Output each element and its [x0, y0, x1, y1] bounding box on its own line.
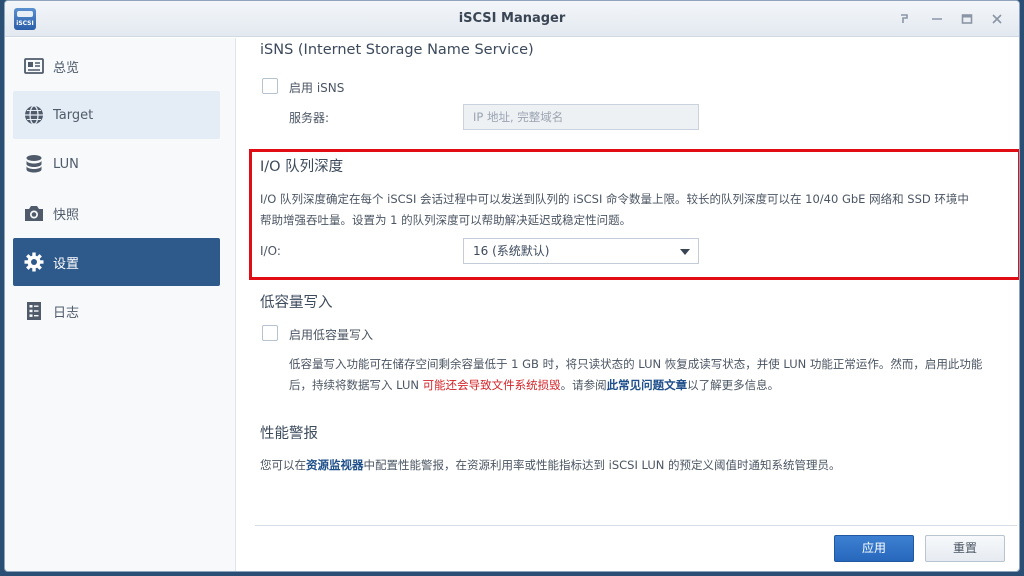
title-bar[interactable]: iSCSI iSCSI Manager	[5, 1, 1019, 37]
settings-panel: iSNS (Internet Storage Name Service) 启用 …	[237, 38, 1019, 571]
sidebar-item-label: 快照	[53, 207, 80, 223]
overview-icon	[23, 55, 45, 77]
perf-alert-text: 您可以在	[260, 458, 306, 472]
sidebar-item-overview[interactable]: 总览	[13, 42, 220, 90]
highlight-box	[249, 149, 1019, 280]
sidebar-item-settings[interactable]: 设置	[13, 238, 220, 286]
sidebar-item-log[interactable]: 日志	[13, 287, 220, 335]
enable-low-capacity-checkbox[interactable]	[262, 325, 278, 341]
sidebar-item-snapshot[interactable]: 快照	[13, 189, 220, 237]
low-capacity-description: 低容量写入功能可在储存空间剩余容量低于 1 GB 时，将只读状态的 LUN 恢复…	[289, 354, 1011, 396]
globe-icon	[23, 104, 45, 126]
enable-low-capacity-label: 启用低容量写入	[289, 328, 374, 342]
gear-icon	[23, 251, 45, 273]
sidebar-item-label: 日志	[53, 305, 80, 321]
sidebar-item-label: 总览	[53, 60, 80, 76]
resource-monitor-link[interactable]: 资源监视器	[306, 458, 364, 472]
sidebar-item-label: Target	[53, 107, 94, 123]
reset-button[interactable]: 重置	[925, 535, 1005, 562]
low-capacity-description-line2: 后，持续将数据写入 LUN 可能还会导致文件系统损毁。请参阅此常见问题文章以了解…	[289, 375, 1011, 396]
performance-alert-section-title: 性能警报	[260, 426, 318, 442]
footer-divider	[255, 525, 1017, 526]
window-title: iSCSI Manager	[458, 11, 566, 26]
sidebar-item-label: LUN	[53, 156, 79, 172]
help-icon[interactable]	[895, 9, 915, 29]
low-capacity-text: 以了解更多信息。	[687, 378, 780, 392]
low-capacity-text: 。请参阅	[560, 378, 607, 392]
maximize-icon[interactable]	[957, 9, 977, 29]
apply-button[interactable]: 应用	[834, 535, 914, 562]
performance-alert-description: 您可以在资源监视器中配置性能警报，在资源利用率或性能指标达到 iSCSI LUN…	[260, 455, 1010, 476]
sidebar: 总览 Target LUN 快照 设置 日志	[5, 38, 236, 571]
minimize-icon[interactable]	[927, 9, 947, 29]
faq-article-link[interactable]: 此常见问题文章	[607, 378, 688, 392]
enable-isns-label: 启用 iSNS	[289, 81, 345, 95]
sidebar-item-label: 设置	[53, 256, 80, 272]
server-label: 服务器:	[289, 111, 330, 125]
enable-isns-checkbox[interactable]	[262, 78, 278, 94]
database-icon	[23, 153, 45, 175]
log-icon	[23, 300, 45, 322]
camera-icon	[23, 202, 45, 224]
low-capacity-description-line1: 低容量写入功能可在储存空间剩余容量低于 1 GB 时，将只读状态的 LUN 恢复…	[289, 357, 983, 371]
sidebar-item-lun[interactable]: LUN	[13, 140, 220, 188]
data-corruption-warning: 可能还会导致文件系统损毁	[422, 378, 561, 392]
perf-alert-text: 中配置性能警报，在资源利用率或性能指标达到 iSCSI LUN 的预定义阈值时通…	[363, 458, 841, 472]
close-icon[interactable]	[987, 9, 1007, 29]
low-capacity-section-title: 低容量写入	[260, 295, 333, 311]
sidebar-item-target[interactable]: Target	[13, 91, 220, 139]
isns-section-title: iSNS (Internet Storage Name Service)	[260, 42, 534, 58]
iscsi-manager-window: iSCSI iSCSI Manager 总览 Target LUN 快照 设置 …	[4, 0, 1020, 572]
low-capacity-text: 后，持续将数据写入 LUN	[289, 378, 423, 392]
isns-server-input[interactable]: IP 地址, 完整域名	[463, 104, 699, 130]
